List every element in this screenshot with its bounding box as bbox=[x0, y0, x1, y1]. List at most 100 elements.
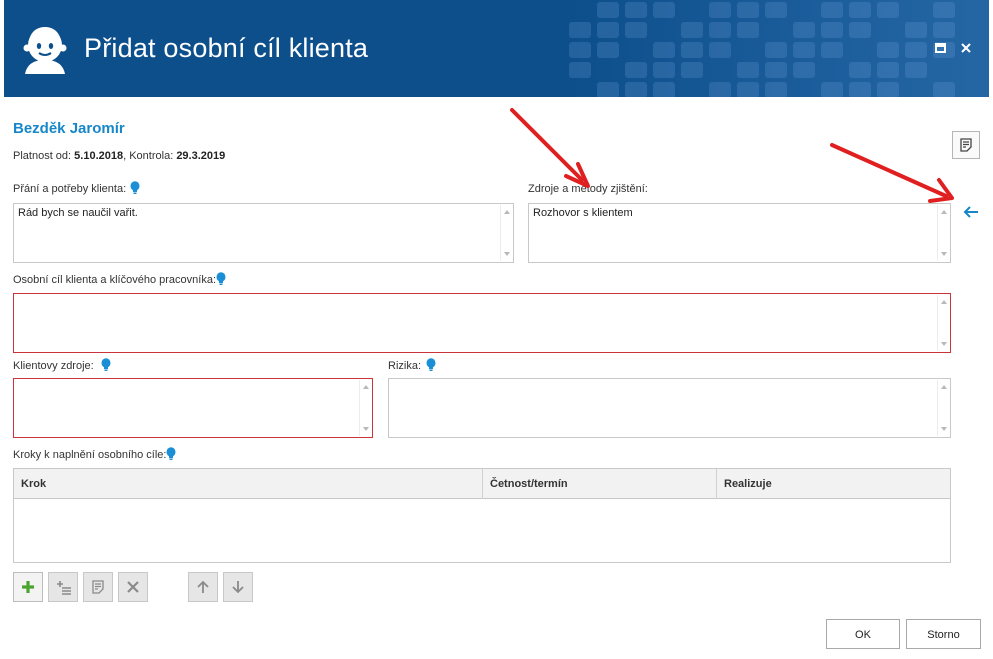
title-bar-pattern-tile bbox=[905, 42, 927, 58]
title-bar-pattern-tile bbox=[653, 42, 675, 58]
title-bar-pattern-tile bbox=[765, 82, 787, 97]
delete-step-button[interactable] bbox=[118, 572, 148, 602]
title-bar-pattern-tile bbox=[849, 22, 871, 38]
wishes-value: Rád bych se naučil vařit. bbox=[18, 207, 138, 219]
title-bar-pattern-tile bbox=[793, 22, 815, 38]
title-bar-pattern-tile bbox=[877, 62, 899, 78]
title-bar-pattern-tile bbox=[933, 2, 955, 18]
goal-label: Osobní cíl klienta a klíčového pracovník… bbox=[13, 274, 216, 286]
scrollbar[interactable] bbox=[937, 380, 949, 436]
title-bar-pattern-tile bbox=[737, 2, 759, 18]
column-header-step[interactable]: Krok bbox=[14, 469, 482, 499]
ok-button[interactable]: OK bbox=[826, 619, 900, 649]
title-bar-pattern-tile bbox=[625, 62, 647, 78]
annotation-arrow-icon bbox=[830, 143, 954, 203]
cancel-button[interactable]: Storno bbox=[906, 619, 981, 649]
title-bar-pattern-tile bbox=[709, 82, 731, 97]
title-bar-pattern-tile bbox=[877, 2, 899, 18]
title-bar-pattern-tile bbox=[821, 82, 843, 97]
wishes-label: Přání a potřeby klienta: bbox=[13, 183, 127, 195]
title-bar-pattern-tile bbox=[793, 62, 815, 78]
title-bar-pattern-tile bbox=[653, 62, 675, 78]
title-bar-pattern-tile bbox=[597, 22, 619, 38]
client-resources-textarea[interactable] bbox=[13, 378, 373, 438]
title-bar-pattern-tile bbox=[597, 82, 619, 97]
title-bar-pattern-tile bbox=[821, 42, 843, 58]
scrollbar[interactable] bbox=[359, 380, 371, 436]
title-bar-pattern-tile bbox=[877, 82, 899, 97]
collapse-arrow-icon[interactable] bbox=[962, 204, 980, 220]
title-bar-pattern-tile bbox=[653, 82, 675, 97]
title-bar-pattern-tile bbox=[569, 22, 591, 38]
risks-label: Rizika: bbox=[388, 360, 422, 372]
table-header: Krok Četnost/termín Realizuje bbox=[14, 469, 950, 499]
add-substep-button[interactable] bbox=[48, 572, 78, 602]
validity-value: 5.10.2018 bbox=[74, 150, 124, 162]
title-bar-pattern-tile bbox=[765, 62, 787, 78]
lightbulb-hint-icon[interactable] bbox=[426, 358, 436, 372]
window-title: Přidat osobní cíl klienta bbox=[84, 33, 369, 63]
notes-button[interactable] bbox=[952, 131, 980, 159]
title-bar-pattern-tile bbox=[569, 62, 591, 78]
sources-textarea[interactable]: Rozhovor s klientem bbox=[528, 203, 951, 263]
title-bar-pattern-tile bbox=[737, 82, 759, 97]
title-bar-pattern-tile bbox=[709, 22, 731, 38]
title-bar-pattern bbox=[569, 0, 969, 97]
title-bar-pattern-tile bbox=[681, 22, 703, 38]
lightbulb-hint-icon[interactable] bbox=[101, 358, 111, 372]
sources-value: Rozhovor s klientem bbox=[533, 207, 633, 219]
title-bar-pattern-tile bbox=[793, 42, 815, 58]
scrollbar[interactable] bbox=[937, 295, 949, 351]
client-name: Bezděk Jaromír bbox=[13, 120, 125, 137]
title-bar-pattern-tile bbox=[681, 62, 703, 78]
close-icon[interactable] bbox=[958, 40, 974, 56]
validity-info: Platnost od: 5.10.2018, Kontrola: 29.3.2… bbox=[13, 150, 225, 162]
control-value: 29.3.2019 bbox=[176, 150, 226, 162]
risks-textarea[interactable] bbox=[388, 378, 951, 438]
title-bar-pattern-tile bbox=[849, 2, 871, 18]
lightbulb-hint-icon[interactable] bbox=[216, 272, 226, 286]
title-bar-pattern-tile bbox=[905, 22, 927, 38]
title-bar-pattern-tile bbox=[737, 22, 759, 38]
title-bar-pattern-tile bbox=[709, 42, 731, 58]
move-down-icon bbox=[232, 581, 244, 594]
move-up-icon bbox=[197, 580, 209, 593]
goal-textarea[interactable] bbox=[13, 293, 951, 353]
steps-table[interactable]: Krok Četnost/termín Realizuje bbox=[13, 468, 951, 563]
add-icon bbox=[22, 581, 34, 593]
move-down-button[interactable] bbox=[223, 572, 253, 602]
title-bar-pattern-tile bbox=[625, 22, 647, 38]
title-bar-pattern-tile bbox=[765, 2, 787, 18]
scrollbar[interactable] bbox=[500, 205, 512, 261]
title-bar-pattern-tile bbox=[653, 2, 675, 18]
column-header-realizes[interactable]: Realizuje bbox=[716, 469, 950, 499]
edit-step-button[interactable] bbox=[83, 572, 113, 602]
annotation-arrow-icon bbox=[510, 108, 590, 188]
add-subitem-icon bbox=[57, 581, 71, 595]
title-bar-pattern-tile bbox=[625, 82, 647, 97]
title-bar-pattern-tile bbox=[625, 2, 647, 18]
client-face-logo-icon bbox=[23, 27, 67, 74]
steps-label: Kroky k naplnění osobního cíle: bbox=[13, 449, 167, 461]
maximize-icon[interactable] bbox=[933, 40, 949, 56]
add-step-button[interactable] bbox=[13, 572, 43, 602]
title-bar-pattern-tile bbox=[821, 22, 843, 38]
title-bar-pattern-tile bbox=[597, 2, 619, 18]
column-header-frequency[interactable]: Četnost/termín bbox=[482, 469, 716, 499]
title-bar-pattern-tile bbox=[709, 2, 731, 18]
title-bar-pattern-tile bbox=[737, 62, 759, 78]
title-bar: Přidat osobní cíl klienta bbox=[4, 0, 989, 97]
wishes-textarea[interactable]: Rád bych se naučil vařit. bbox=[13, 203, 514, 263]
title-bar-pattern-tile bbox=[849, 62, 871, 78]
lightbulb-hint-icon[interactable] bbox=[166, 447, 176, 461]
lightbulb-hint-icon[interactable] bbox=[130, 181, 140, 195]
title-bar-pattern-tile bbox=[681, 42, 703, 58]
scrollbar[interactable] bbox=[937, 205, 949, 261]
sources-label: Zdroje a metody zjištění: bbox=[528, 183, 648, 195]
title-bar-pattern-tile bbox=[933, 22, 955, 38]
control-label: Kontrola: bbox=[129, 150, 174, 162]
title-bar-pattern-tile bbox=[569, 42, 591, 58]
title-bar-pattern-tile bbox=[905, 62, 927, 78]
move-up-button[interactable] bbox=[188, 572, 218, 602]
validity-label: Platnost od: bbox=[13, 150, 72, 162]
